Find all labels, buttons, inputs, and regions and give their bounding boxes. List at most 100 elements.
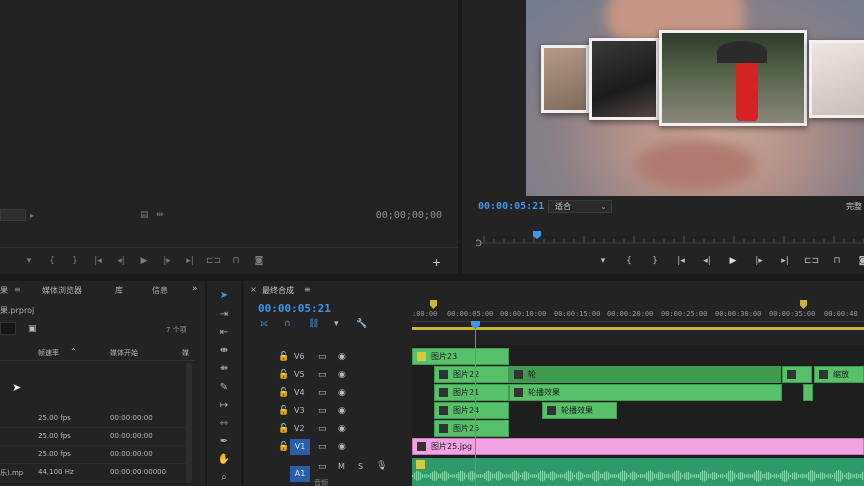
sync-icon[interactable]: ▭ [318,462,327,472]
sync-icon[interactable]: ▭ [318,388,327,398]
clip-v4b[interactable]: 轮播效果 [509,384,782,401]
timeline-tracks[interactable]: :00:00 00:00:05:00 00:00:10:00 00:00:15:… [412,281,864,486]
hand-tool-icon[interactable]: ✋ [217,453,231,467]
table-row[interactable]: 25.00 fps 00:00:00:00 [0,410,190,428]
clip-v4-small[interactable] [803,384,813,401]
overwrite-icon[interactable]: ⊓ [229,256,243,266]
nest-icon[interactable]: ⟗ [260,319,268,329]
tab-menu-icon[interactable]: ≡ [14,285,21,294]
mark-in-icon[interactable]: { [622,256,636,266]
marker-icon[interactable]: ▾ [22,256,36,266]
lift-icon[interactable]: ⊏⊐ [804,256,819,266]
lock-icon[interactable]: 🔓 [278,424,289,434]
mute-button[interactable]: M [338,462,345,471]
ripple-edit-tool-icon[interactable]: ⇤ [217,326,231,340]
step-back-icon[interactable]: ◂| [114,256,128,266]
rolling-edit-tool-icon[interactable]: ⇼ [217,344,231,358]
resolution-label[interactable]: 完整 [846,201,862,212]
source-zoom-select[interactable] [0,209,26,221]
playhead-line[interactable] [475,329,476,486]
scrollbar[interactable] [186,363,192,483]
lock-icon[interactable]: 🔓 [278,442,289,452]
tab-project[interactable]: 果 [0,285,8,296]
program-time-ruler[interactable] [476,228,864,246]
tab-library[interactable]: 库 [115,285,123,296]
column-header-fps[interactable]: 帧速率 [38,348,59,358]
eye-icon[interactable]: ◉ [338,406,346,416]
marker-icon[interactable]: ▾ [596,256,610,266]
camera-icon[interactable]: ◙ [252,256,266,266]
tab-menu-icon[interactable]: ≡ [304,285,311,294]
audio-clip-a1[interactable] [412,458,864,486]
go-to-in-icon[interactable]: |◂ [91,256,105,266]
add-marker-icon[interactable]: ▾ [334,319,339,329]
lock-icon[interactable]: 🔓 [278,388,289,398]
play-arrow-icon[interactable]: ▸ [30,211,34,220]
linked-select-icon[interactable]: ⛓ [308,319,319,329]
sort-up-icon[interactable]: ⌃ [70,347,77,356]
more-panels-icon[interactable]: » [192,284,198,294]
step-back-icon[interactable]: ◂| [700,256,714,266]
mark-in-icon[interactable]: { [45,256,59,266]
add-button-icon[interactable]: + [432,256,441,269]
table-row[interactable]: 乐).mp 44,100 Hz 00:00:00:00000 [0,464,190,482]
table-row[interactable]: 25.00 fps 00:00:00:00 [0,428,190,446]
eye-icon[interactable]: ◉ [338,352,346,362]
snap-icon[interactable]: ∩ [284,319,291,329]
mark-out-icon[interactable]: } [648,256,662,266]
sequence-tab[interactable]: 最终合成 [262,285,294,296]
pen-tool-icon[interactable]: ✒ [217,435,231,449]
play-icon[interactable]: ▶ [137,256,151,266]
tab-media-browser[interactable]: 媒体浏览器 [42,285,82,296]
clip-v3b[interactable]: 轮播效果 [542,402,617,419]
extract-icon[interactable]: ⊓ [830,256,844,266]
clip-v5b[interactable]: 轮 [509,366,781,383]
clip-v5a[interactable]: 图片22 [434,366,509,383]
lock-icon[interactable]: 🔓 [278,406,289,416]
play-icon[interactable]: ▶ [726,256,740,266]
clip-icon[interactable]: ▤ [140,210,149,220]
eye-icon[interactable]: ◉ [338,442,346,452]
sync-icon[interactable]: ▭ [318,352,327,362]
sync-icon[interactable]: ▭ [318,370,327,380]
search-input[interactable] [0,322,16,335]
track-target-v1[interactable]: V1 [290,439,310,455]
eye-icon[interactable]: ◉ [338,424,346,434]
clip-v4a[interactable]: 图片21 [434,384,509,401]
zoom-tool-icon[interactable]: ⌕ [217,471,231,485]
close-icon[interactable]: × [250,285,257,294]
table-row[interactable]: 25.00 fps 00:00:00:00 [0,446,190,464]
insert-icon[interactable]: ⊏⊐ [206,256,221,266]
clip-v6[interactable]: 图片23 [412,348,509,365]
fit-select[interactable]: 适合 ⌄ [548,200,612,213]
sync-icon[interactable]: ▭ [318,442,327,452]
tab-info[interactable]: 信息 [152,285,168,296]
slip-tool-icon[interactable]: ↦ [217,399,231,413]
selection-tool-icon[interactable]: ➤ [217,289,231,303]
work-area-bar[interactable] [412,327,864,330]
go-to-in-icon[interactable]: |◂ [674,256,688,266]
clip-v3a[interactable]: 图片24 [434,402,509,419]
go-to-out-icon[interactable]: ▸| [183,256,197,266]
solo-button[interactable]: S [358,462,363,471]
wrench-icon[interactable]: 🔧 [356,319,367,329]
microphone-icon[interactable]: 🎙 [376,461,387,471]
column-header-media-start[interactable]: 媒体开始 [110,348,138,358]
track-target-a1[interactable]: A1 [290,466,310,482]
slide-tool-icon[interactable]: ⇿ [217,417,231,431]
sync-icon[interactable]: ▭ [318,406,327,416]
trim-icon[interactable]: ⇹ [156,210,164,220]
track-select-tool-icon[interactable]: ⇥ [217,308,231,322]
camera-icon[interactable]: ◙ [856,256,864,266]
clip-v5-small[interactable] [782,366,812,383]
step-forward-icon[interactable]: |▸ [752,256,766,266]
clip-v2[interactable]: 图片25 [434,420,509,437]
timeline-timecode[interactable]: 00:00:05:21 [258,302,331,315]
column-header-more[interactable]: 媒 [182,348,189,358]
go-to-out-icon[interactable]: ▸| [778,256,792,266]
clip-v5c[interactable]: 缩放 [814,366,864,383]
lock-icon[interactable]: 🔓 [278,370,289,380]
new-bin-icon[interactable]: ▣ [28,324,37,334]
lock-icon[interactable]: 🔓 [278,352,289,362]
clip-v1[interactable]: 图片25.jpg [412,438,864,455]
